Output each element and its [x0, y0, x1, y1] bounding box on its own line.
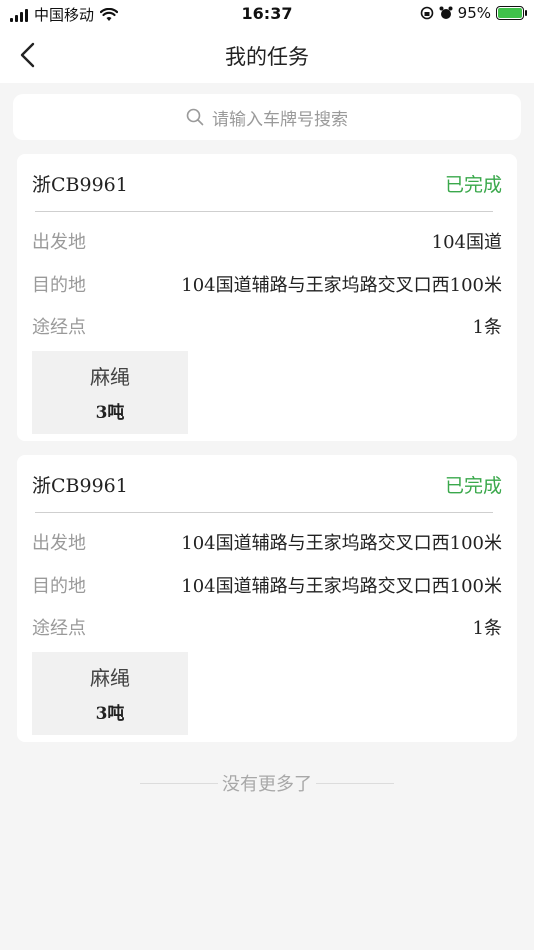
waypoints-label: 途经点 [32, 618, 86, 639]
alarm-icon [439, 6, 453, 19]
no-more-label: 没有更多了 [222, 774, 312, 795]
plate-number: 浙CB9961 [32, 174, 128, 196]
waypoints-label: 途经点 [32, 317, 86, 338]
plate-number: 浙CB9961 [32, 475, 128, 497]
divider [140, 783, 218, 784]
destination-label: 目的地 [32, 275, 86, 296]
rotation-lock-icon [420, 6, 433, 20]
goods-weight: 3吨 [95, 403, 125, 423]
goods-name: 麻绳 [90, 666, 130, 690]
origin-row: 出发地 104国道辅路与王家坞路交叉口西100米 [32, 527, 502, 557]
waypoints-value: 1条 [472, 618, 502, 639]
page-title: 我的任务 [225, 45, 309, 69]
goods-name: 麻绳 [90, 365, 130, 389]
status-badge: 已完成 [444, 475, 502, 497]
divider [316, 783, 394, 784]
search-placeholder: 请输入车牌号搜索 [212, 109, 348, 130]
destination-value: 104国道辅路与王家坞路交叉口西100米 [181, 275, 502, 296]
destination-row: 目的地 104国道辅路与王家坞路交叉口西100米 [32, 269, 502, 299]
no-more-footer: 没有更多了 [0, 770, 534, 796]
waypoints-row: 途经点 1条 [32, 311, 502, 341]
divider [35, 512, 493, 513]
origin-value: 104国道辅路与王家坞路交叉口西100米 [181, 533, 502, 554]
task-card[interactable]: 浙CB9961 已完成 出发地 104国道 目的地 104国道辅路与王家坞路交叉… [17, 154, 517, 441]
search-input[interactable]: 请输入车牌号搜索 [13, 94, 521, 140]
status-badge: 已完成 [444, 174, 502, 196]
goods-tag: 麻绳 3吨 [32, 351, 188, 434]
goods-tag: 麻绳 3吨 [32, 652, 188, 735]
origin-label: 出发地 [32, 533, 86, 554]
battery-percent: 95% [457, 4, 491, 22]
waypoints-row: 途经点 1条 [32, 612, 502, 642]
destination-label: 目的地 [32, 576, 86, 597]
status-bar: 中国移动 16:37 95% [0, 0, 534, 28]
destination-row: 目的地 104国道辅路与王家坞路交叉口西100米 [32, 570, 502, 600]
search-icon [186, 108, 204, 126]
battery-icon [496, 6, 527, 20]
task-card[interactable]: 浙CB9961 已完成 出发地 104国道辅路与王家坞路交叉口西100米 目的地… [17, 455, 517, 742]
status-right: 95% [420, 4, 527, 22]
divider [35, 211, 493, 212]
origin-row: 出发地 104国道 [32, 226, 502, 256]
nav-bar: 我的任务 [0, 28, 534, 83]
waypoints-value: 1条 [472, 317, 502, 338]
origin-label: 出发地 [32, 232, 86, 253]
destination-value: 104国道辅路与王家坞路交叉口西100米 [181, 576, 502, 597]
origin-value: 104国道 [431, 232, 502, 253]
goods-weight: 3吨 [95, 704, 125, 724]
